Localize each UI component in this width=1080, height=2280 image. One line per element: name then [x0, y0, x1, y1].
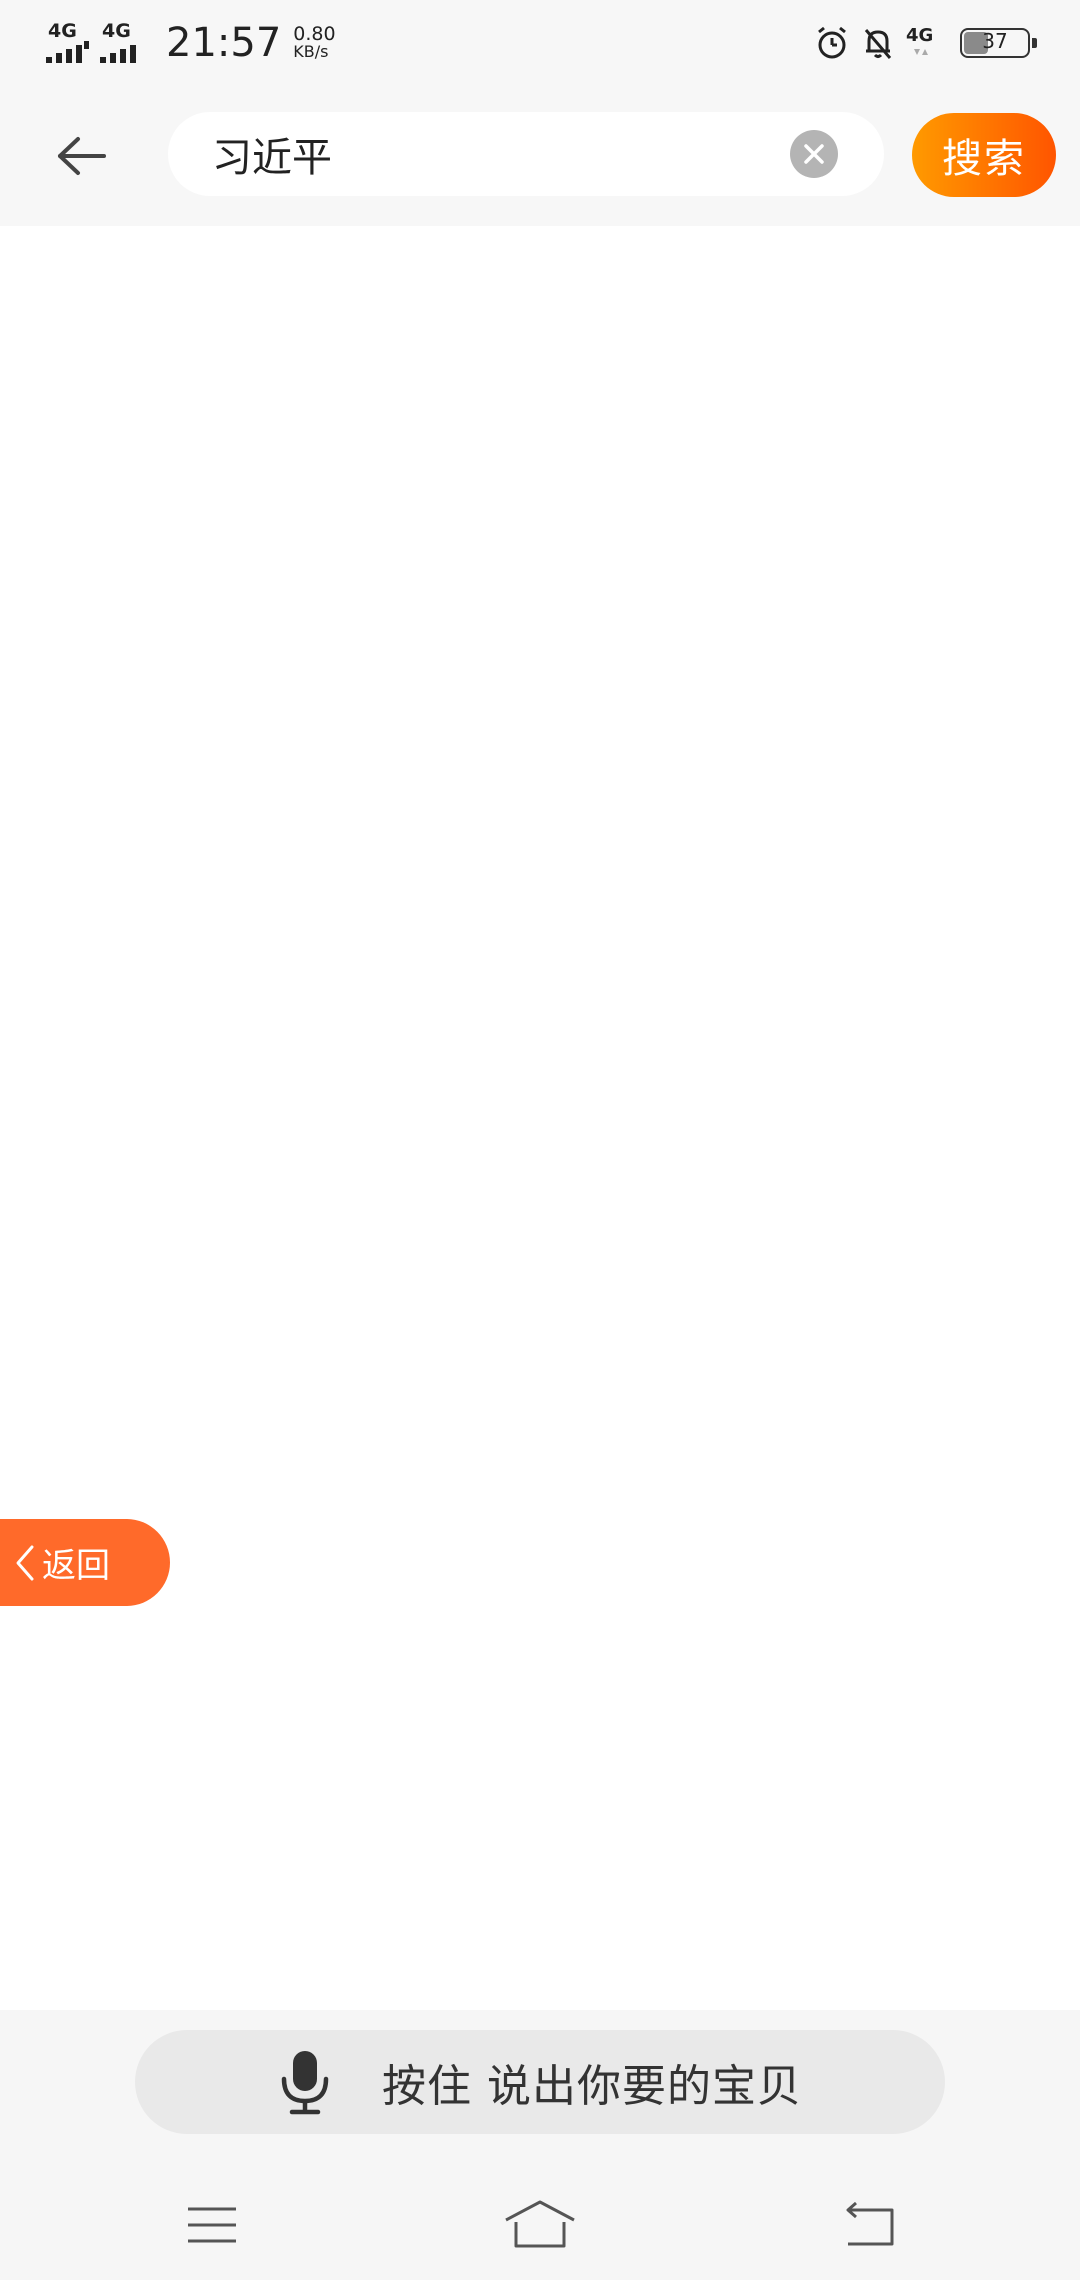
voice-search-label: 按住 说出你要的宝贝 [382, 2061, 802, 2112]
nav-menu-button[interactable] [172, 2190, 252, 2260]
search-input[interactable] [212, 112, 772, 196]
search-box [168, 112, 884, 196]
signal-bars-icon [46, 41, 89, 63]
signal-icon: 4G [906, 25, 948, 61]
system-nav-bar [0, 2170, 1080, 2280]
nav-back-button[interactable] [830, 2190, 910, 2260]
sim2-signal: 4G [100, 21, 148, 65]
floating-return-button[interactable]: 返回 [0, 1519, 170, 1606]
search-button[interactable]: 搜索 [912, 113, 1056, 197]
status-right: 4G 37 [804, 20, 1037, 66]
network-speed-unit: KB/s [293, 42, 329, 61]
nav-home-button[interactable] [500, 2190, 580, 2260]
status-left: 4G 4G 21:57 0.80 KB/s [46, 18, 336, 68]
floating-return-label: 返回 [42, 1546, 110, 1586]
clock: 21:57 [166, 20, 282, 66]
alarm-icon [814, 25, 850, 61]
network-speed-value: 0.80 [293, 23, 336, 45]
battery-icon: 37 [960, 28, 1037, 58]
right-network-label: 4G [906, 25, 933, 46]
battery-cap [1032, 38, 1037, 48]
bell-muted-icon [860, 25, 896, 61]
close-icon [804, 144, 824, 164]
signal-bars-icon [100, 45, 136, 63]
chevron-left-icon [14, 1544, 36, 1582]
menu-icon [188, 2207, 236, 2243]
back-icon [846, 2202, 894, 2246]
network-speed: 0.80 KB/s [293, 25, 335, 61]
clear-search-button[interactable] [790, 130, 838, 178]
home-icon [505, 2200, 575, 2248]
microphone-icon [278, 2049, 332, 2115]
back-button[interactable] [50, 126, 114, 186]
status-bar: 4G 4G 21:57 0.80 KB/s 4G 37 [0, 0, 1080, 84]
sim1-signal: 4G [46, 21, 94, 65]
sim2-network-label: 4G [102, 20, 131, 42]
sim1-network-label: 4G [48, 20, 77, 42]
battery-level: 37 [982, 29, 1008, 53]
voice-search-button[interactable]: 按住 说出你要的宝贝 [135, 2030, 945, 2134]
arrow-left-icon [58, 137, 106, 175]
